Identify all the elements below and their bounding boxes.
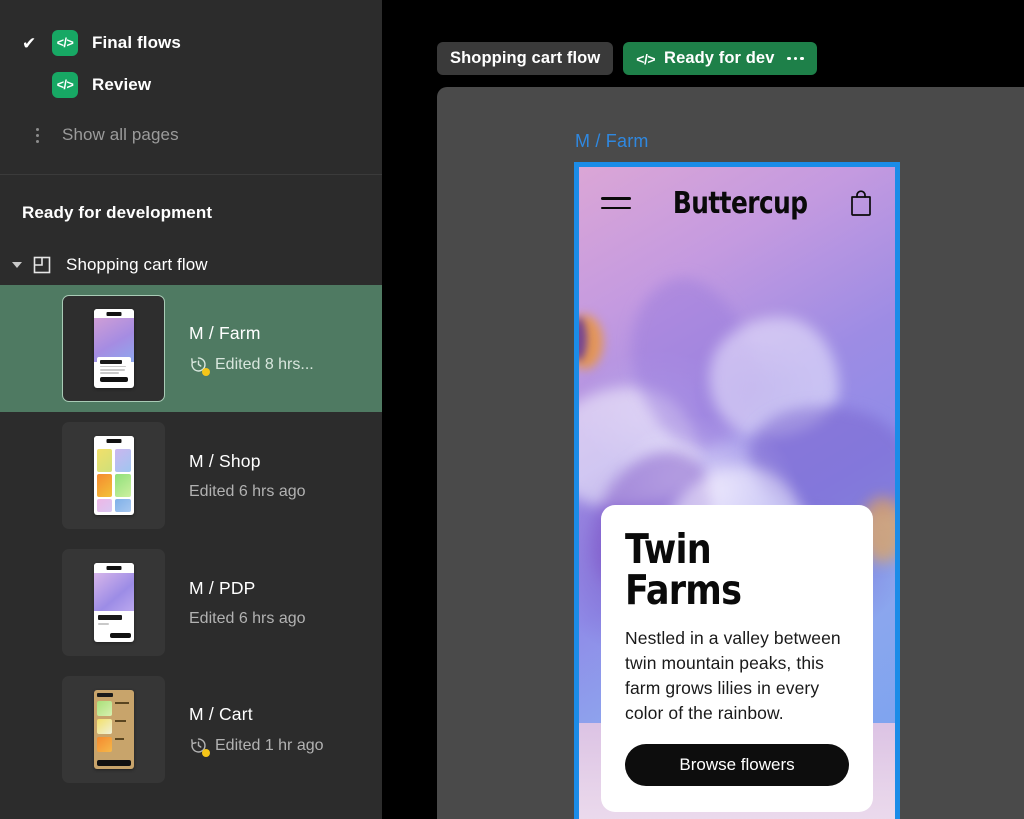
page-item-label: Review	[92, 75, 152, 94]
frame-thumbnail	[62, 295, 165, 402]
frame-edited-row: Edited 6 hrs ago	[189, 610, 306, 628]
frame-list-item-cart[interactable]: M / Cart Edited 1 hr ago	[0, 666, 382, 793]
frame-thumbnail	[62, 676, 165, 783]
app-header: Buttercup	[579, 167, 895, 239]
browse-flowers-button[interactable]: Browse flowers	[625, 744, 849, 787]
flow-name-chip[interactable]: Shopping cart flow	[437, 42, 614, 75]
frame-edited-label: Edited 6 hrs ago	[189, 482, 306, 500]
thumbnail-shop	[93, 436, 134, 515]
page-item-label: Final flows	[92, 33, 181, 52]
frame-list-item-shop[interactable]: M / Shop Edited 6 hrs ago	[0, 412, 382, 539]
frame-edited-row: Edited 1 hr ago	[189, 736, 324, 757]
brand-logo: Buttercup	[672, 185, 808, 221]
ready-for-dev-label: Ready for dev	[664, 49, 775, 67]
section-title-ready-for-development: Ready for development	[22, 203, 213, 222]
canvas-frame-label[interactable]: M / Farm	[575, 131, 649, 152]
checkmark-icon: ✔	[22, 33, 37, 53]
frame-edited-row: Edited 6 hrs ago	[189, 483, 306, 501]
frame-edited-label: Edited 6 hrs ago	[189, 609, 306, 627]
page-item-review[interactable]: </> Review	[0, 64, 382, 106]
code-badge-icon: </>	[52, 72, 78, 98]
frame-meta: M / PDP Edited 6 hrs ago	[189, 578, 306, 628]
pages-list: ✔ </> Final flows </> Review Show all pa…	[0, 0, 382, 175]
code-icon: </>	[636, 50, 656, 67]
thumbnail-cart	[93, 690, 134, 769]
unsaved-changes-dot	[202, 368, 210, 376]
selected-frame-preview[interactable]: Buttercup Twin Farms Nestled in a valley…	[574, 162, 900, 819]
canvas-toolbar: Shopping cart flow </> Ready for dev	[437, 42, 817, 75]
content-card: Twin Farms Nestled in a valley between t…	[601, 505, 873, 813]
frame-meta: M / Cart Edited 1 hr ago	[189, 704, 324, 757]
frame-meta: M / Shop Edited 6 hrs ago	[189, 451, 306, 501]
hamburger-menu-icon[interactable]	[601, 197, 631, 209]
overflow-dots-icon	[22, 127, 52, 143]
frame-list-item-pdp[interactable]: M / PDP Edited 6 hrs ago	[0, 539, 382, 666]
frame-edited-label: Edited 1 hr ago	[215, 736, 324, 754]
thumbnail-pdp	[93, 563, 134, 642]
show-all-pages-label: Show all pages	[62, 125, 179, 144]
frame-title: M / Farm	[189, 323, 261, 343]
ready-for-dev-status-chip[interactable]: </> Ready for dev	[623, 42, 817, 75]
flow-group-label: Shopping cart flow	[66, 255, 208, 274]
frame-title: M / PDP	[189, 577, 256, 598]
code-badge-icon: </>	[52, 30, 78, 56]
app-root: ✔ </> Final flows </> Review Show all pa…	[0, 0, 1024, 819]
left-sidebar: ✔ </> Final flows </> Review Show all pa…	[0, 0, 382, 819]
version-history-clock-icon	[189, 355, 210, 376]
more-options-icon[interactable]	[787, 56, 804, 61]
shopping-bag-icon[interactable]	[849, 189, 873, 217]
device-screen: Buttercup Twin Farms Nestled in a valley…	[579, 167, 895, 819]
chevron-down-icon[interactable]	[6, 262, 28, 268]
frame-edited-row: Edited 8 hrs...	[189, 355, 314, 376]
page-item-final-flows[interactable]: ✔ </> Final flows	[0, 22, 382, 64]
frame-thumbnail	[62, 422, 165, 529]
card-title: Twin Farms	[625, 525, 742, 614]
unsaved-changes-dot	[202, 749, 210, 757]
frame-list-item-farm[interactable]: M / Farm Edited 8 hrs...	[0, 285, 382, 412]
thumbnail-farm	[93, 309, 134, 388]
frame-meta: M / Farm Edited 8 hrs...	[189, 323, 314, 376]
version-history-clock-icon	[189, 736, 210, 757]
frame-thumbnail	[62, 549, 165, 656]
frame-title: M / Shop	[189, 450, 261, 471]
card-body-text: Nestled in a valley between twin mountai…	[625, 628, 841, 723]
flow-group-shopping-cart-flow[interactable]: Shopping cart flow	[0, 245, 382, 285]
design-canvas[interactable]: M / Farm Buttercup Twin Farms Nestled in…	[437, 87, 1024, 819]
frame-edited-label: Edited 8 hrs...	[215, 355, 314, 373]
section-frame-icon	[28, 255, 56, 275]
show-all-pages-button[interactable]: Show all pages	[0, 114, 382, 156]
frame-title: M / Cart	[189, 704, 253, 724]
